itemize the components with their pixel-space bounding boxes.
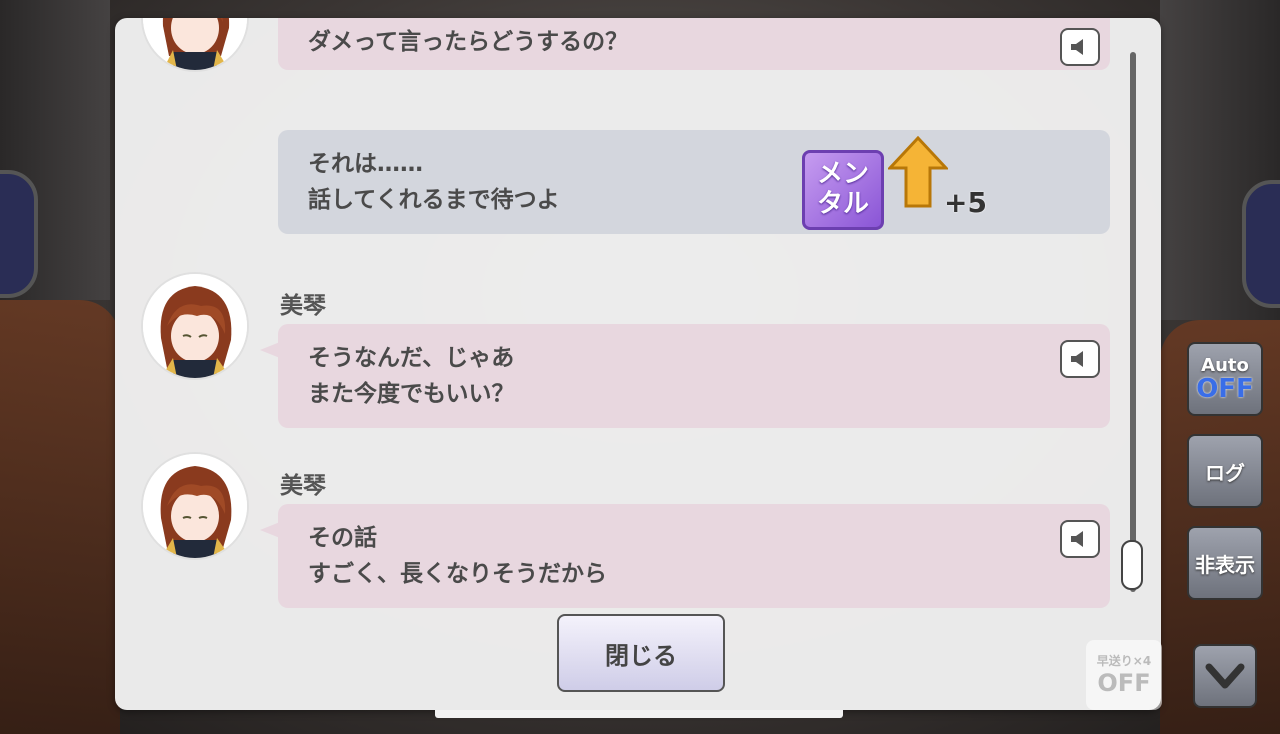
dialogue-text: その話 すごく、長くなりそうだから	[308, 520, 607, 592]
dialogue-bubble: ダメって言ったらどうするの？	[278, 18, 1110, 70]
background-seat-left	[0, 300, 120, 734]
stat-name-line-2: タル	[816, 189, 869, 219]
auto-toggle-button[interactable]: Auto OFF	[1187, 342, 1263, 416]
close-button[interactable]: 閉じる	[557, 614, 725, 692]
choice-line-1: それは……	[308, 151, 423, 177]
scrollbar-thumb[interactable]	[1121, 540, 1143, 590]
chevron-down-icon	[1205, 663, 1245, 689]
log-label: ログ	[1205, 460, 1245, 485]
avatar	[143, 18, 247, 70]
arrow-up-icon	[888, 136, 948, 208]
speaker-name: 美琴	[280, 293, 326, 319]
backlog-list: ダメって言ったらどうするの？ それは…… 話してくれるまで待つよ メン タル +…	[115, 18, 1125, 618]
stat-badge-mental: メン タル	[802, 150, 884, 230]
speaker-icon	[1071, 351, 1083, 367]
hide-label: 非表示	[1195, 552, 1255, 577]
skip-label: 早送り×4	[1096, 654, 1152, 668]
voice-replay-button[interactable]	[1060, 340, 1100, 378]
dialogue-line-1: そうなんだ、じゃあ	[308, 345, 515, 371]
speaker-icon	[1071, 531, 1083, 547]
background-window-right	[1242, 180, 1280, 308]
background-window-left	[0, 170, 38, 298]
avatar	[143, 454, 247, 558]
hide-ui-button[interactable]: 非表示	[1187, 526, 1263, 600]
dialogue-line-2: また今度でもいい？	[308, 381, 515, 407]
choice-entry: それは…… 話してくれるまで待つよ メン タル +5	[278, 130, 1110, 234]
speaker-icon	[1071, 39, 1083, 55]
auto-state: OFF	[1196, 374, 1254, 404]
fast-forward-indicator: 早送り×4 OFF	[1086, 640, 1162, 710]
speaker-name: 美琴	[280, 473, 326, 499]
stat-value: +5	[944, 186, 987, 219]
dialogue-line-2: すごく、長くなりそうだから	[308, 561, 607, 587]
panel-bottom-bar	[435, 710, 843, 718]
skip-state: OFF	[1097, 669, 1151, 697]
avatar-portrait	[143, 274, 247, 378]
choice-line-2: 話してくれるまで待つよ	[308, 187, 560, 213]
voice-replay-button[interactable]	[1060, 28, 1100, 66]
auto-label: Auto	[1201, 355, 1249, 376]
dialogue-bubble: そうなんだ、じゃあ また今度でもいい？	[260, 324, 1110, 428]
stat-name-line-1: メン	[816, 159, 869, 189]
dialogue-line-1: その話	[308, 525, 377, 551]
menu-collapse-button[interactable]	[1193, 644, 1257, 708]
choice-text: それは…… 話してくれるまで待つよ	[308, 146, 560, 218]
avatar	[143, 274, 247, 378]
dialogue-text: そうなんだ、じゃあ また今度でもいい？	[308, 340, 515, 412]
avatar-portrait	[143, 454, 247, 558]
dialogue-text: ダメって言ったらどうするの？	[308, 29, 629, 55]
avatar-portrait	[143, 18, 247, 70]
backlog-panel: ダメって言ったらどうするの？ それは…… 話してくれるまで待つよ メン タル +…	[115, 18, 1161, 710]
scrollbar-track[interactable]	[1130, 52, 1136, 592]
log-button[interactable]: ログ	[1187, 434, 1263, 508]
dialogue-bubble: その話 すごく、長くなりそうだから	[260, 504, 1110, 608]
voice-replay-button[interactable]	[1060, 520, 1100, 558]
